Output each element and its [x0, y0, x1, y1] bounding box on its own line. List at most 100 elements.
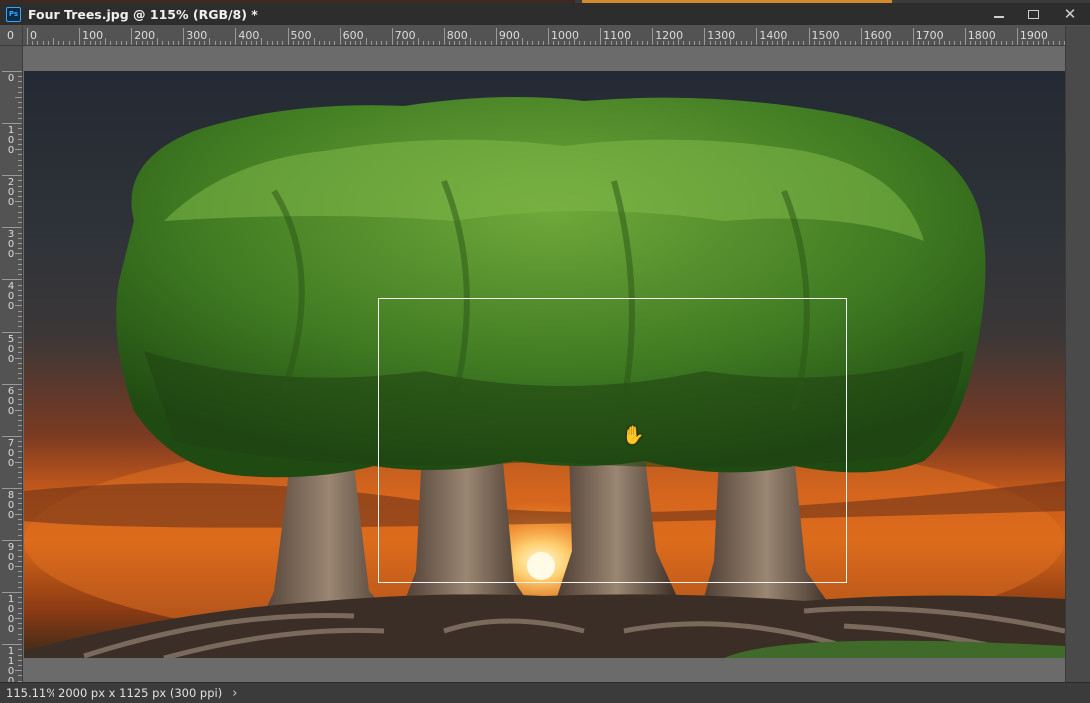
ruler-minor-tick — [18, 362, 22, 364]
ruler-minor-tick — [782, 38, 784, 45]
ruler-minor-tick — [15, 201, 22, 203]
ruler-minor-tick — [120, 41, 122, 45]
ruler-minor-tick — [709, 41, 711, 45]
ruler-label: 8 0 0 — [7, 489, 15, 521]
image-canvas[interactable]: ✋ — [24, 71, 1065, 658]
ruler-major-tick — [2, 539, 22, 541]
ruler-minor-tick — [501, 41, 503, 45]
chevron-right-icon[interactable]: › — [232, 686, 237, 701]
ruler-major-tick — [391, 28, 393, 45]
ruler-minor-tick — [579, 41, 581, 45]
ruler-minor-tick — [725, 41, 727, 45]
document-info[interactable]: 2000 px x 1125 px (300 ppi) — [58, 686, 222, 700]
ruler-minor-tick — [594, 41, 596, 45]
ruler-minor-tick — [329, 41, 331, 45]
ruler-minor-tick — [18, 378, 22, 380]
ruler-minor-tick — [803, 41, 805, 45]
ruler-minor-tick — [42, 41, 44, 45]
minimize-icon — [994, 16, 1004, 18]
ruler-minor-tick — [219, 41, 221, 45]
ruler-minor-tick — [839, 41, 841, 45]
ruler-label: 1 1 0 0 — [7, 646, 15, 682]
ruler-minor-tick — [933, 41, 935, 45]
ruler-minor-tick — [73, 41, 75, 45]
ruler-minor-tick — [886, 38, 888, 45]
ruler-minor-tick — [18, 675, 22, 677]
ruler-minor-tick — [1001, 41, 1003, 45]
ruler-minor-tick — [99, 41, 101, 45]
ruler-minor-tick — [881, 41, 883, 45]
close-button[interactable]: ✕ — [1050, 3, 1090, 25]
ruler-minor-tick — [1058, 41, 1060, 45]
close-icon: ✕ — [1063, 5, 1077, 23]
ruler-minor-tick — [167, 41, 169, 45]
ruler-minor-tick — [740, 41, 742, 45]
ruler-label: 0 — [7, 73, 15, 84]
ruler-minor-tick — [407, 41, 409, 45]
ruler-minor-tick — [89, 41, 91, 45]
ruler-major-tick — [2, 383, 22, 385]
ruler-minor-tick — [631, 41, 633, 45]
ruler-minor-tick — [943, 41, 945, 45]
ruler-minor-tick — [18, 222, 22, 224]
ruler-minor-tick — [18, 196, 22, 198]
ruler-minor-tick — [18, 159, 22, 161]
ruler-minor-tick — [480, 41, 482, 45]
ruler-origin[interactable]: 0 — [0, 26, 23, 46]
ruler-label: 6 0 0 — [7, 385, 15, 417]
ruler-minor-tick — [365, 38, 367, 45]
ruler-minor-tick — [772, 41, 774, 45]
ruler-major-tick — [131, 28, 133, 45]
ruler-minor-tick — [18, 367, 22, 369]
ruler-minor-tick — [532, 41, 534, 45]
ruler-minor-tick — [396, 41, 398, 45]
ruler-minor-tick — [18, 529, 22, 531]
ruler-minor-tick — [256, 41, 258, 45]
ruler-minor-tick — [18, 399, 22, 401]
ruler-minor-tick — [376, 41, 378, 45]
ruler-minor-tick — [454, 41, 456, 45]
ruler-minor-tick — [18, 295, 22, 297]
ruler-minor-tick — [18, 498, 22, 500]
ruler-minor-tick — [18, 310, 22, 312]
ruler-minor-tick — [673, 41, 675, 45]
ruler-minor-tick — [18, 602, 22, 604]
horizontal-ruler[interactable]: 0 100 200 300 400 500 600 700 800 900 1000 1100 1200… — [23, 26, 1065, 46]
ruler-minor-tick — [18, 659, 22, 661]
ruler-minor-tick — [18, 430, 22, 432]
zoom-level-field[interactable]: 115.11% — [6, 684, 54, 702]
ruler-major-tick — [27, 28, 28, 45]
ruler-minor-tick — [558, 41, 560, 45]
ruler-minor-tick — [18, 519, 22, 521]
maximize-icon — [1027, 9, 1039, 19]
ruler-major-tick — [287, 28, 289, 45]
ruler-minor-tick — [18, 352, 22, 354]
ruler-major-tick — [964, 28, 966, 45]
ruler-minor-tick — [18, 190, 22, 192]
ruler-minor-tick — [18, 638, 22, 640]
ruler-minor-tick — [553, 41, 555, 45]
ruler-minor-tick — [18, 451, 22, 453]
ruler-major-tick — [1016, 28, 1018, 45]
ruler-minor-tick — [485, 41, 487, 45]
ruler-minor-tick — [18, 425, 22, 427]
ruler-minor-tick — [923, 41, 925, 45]
document-title-bar[interactable]: Ps Four Trees.jpg @ 115% (RGB/8) * ✕ — [0, 3, 1090, 25]
ruler-minor-tick — [370, 41, 372, 45]
ruler-minor-tick — [18, 560, 22, 562]
ruler-minor-tick — [761, 41, 763, 45]
ruler-major-tick — [79, 28, 81, 45]
ruler-minor-tick — [18, 612, 22, 614]
vertical-ruler[interactable]: 0 1 0 0 2 0 0 3 0 0 4 0 0 5 0 0 6 0 0 7 0 0 8 0 … — [0, 46, 23, 682]
ruler-minor-tick — [18, 440, 22, 442]
navigator-view-rectangle[interactable] — [378, 298, 847, 583]
ruler-label: 1 0 0 — [7, 125, 15, 157]
ruler-minor-tick — [18, 472, 22, 474]
ruler-minor-tick — [975, 41, 977, 45]
ruler-minor-tick — [798, 41, 800, 45]
maximize-button[interactable] — [1016, 3, 1050, 25]
ruler-minor-tick — [18, 143, 22, 145]
ruler-minor-tick — [18, 164, 22, 166]
ruler-minor-tick — [527, 41, 529, 45]
minimize-button[interactable] — [982, 3, 1016, 25]
